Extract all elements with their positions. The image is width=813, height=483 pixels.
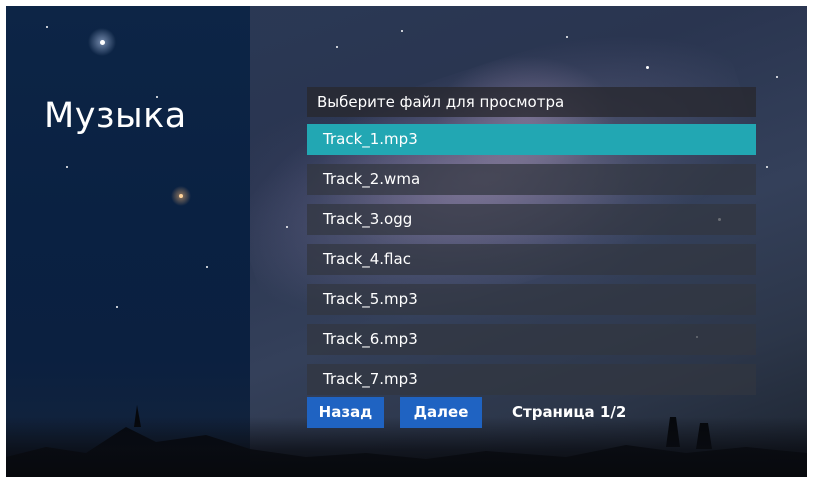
file-item-track-1[interactable]: Track_1.mp3 — [307, 124, 756, 155]
star — [206, 266, 208, 268]
file-item-track-3[interactable]: Track_3.ogg — [307, 204, 756, 235]
star — [66, 166, 68, 168]
bright-star — [100, 40, 105, 45]
orange-star — [179, 194, 183, 198]
star — [46, 26, 48, 28]
page-title: Музыка — [44, 96, 187, 136]
star — [336, 46, 338, 48]
star — [766, 166, 768, 168]
star — [566, 36, 568, 38]
file-item-track-5[interactable]: Track_5.mp3 — [307, 284, 756, 315]
star — [116, 306, 118, 308]
next-button[interactable]: Далее — [400, 397, 482, 428]
star — [776, 76, 778, 78]
page-indicator: Страница 1/2 — [512, 403, 627, 421]
star — [286, 226, 288, 228]
file-item-track-4[interactable]: Track_4.flac — [307, 244, 756, 275]
file-item-track-2[interactable]: Track_2.wma — [307, 164, 756, 195]
star — [401, 30, 403, 32]
file-list: Track_1.mp3 Track_2.wma Track_3.ogg Trac… — [307, 124, 756, 404]
file-item-track-7[interactable]: Track_7.mp3 — [307, 364, 756, 395]
back-button[interactable]: Назад — [307, 397, 384, 428]
list-header: Выберите файл для просмотра — [307, 87, 756, 117]
star — [646, 66, 649, 69]
file-item-track-6[interactable]: Track_6.mp3 — [307, 324, 756, 355]
